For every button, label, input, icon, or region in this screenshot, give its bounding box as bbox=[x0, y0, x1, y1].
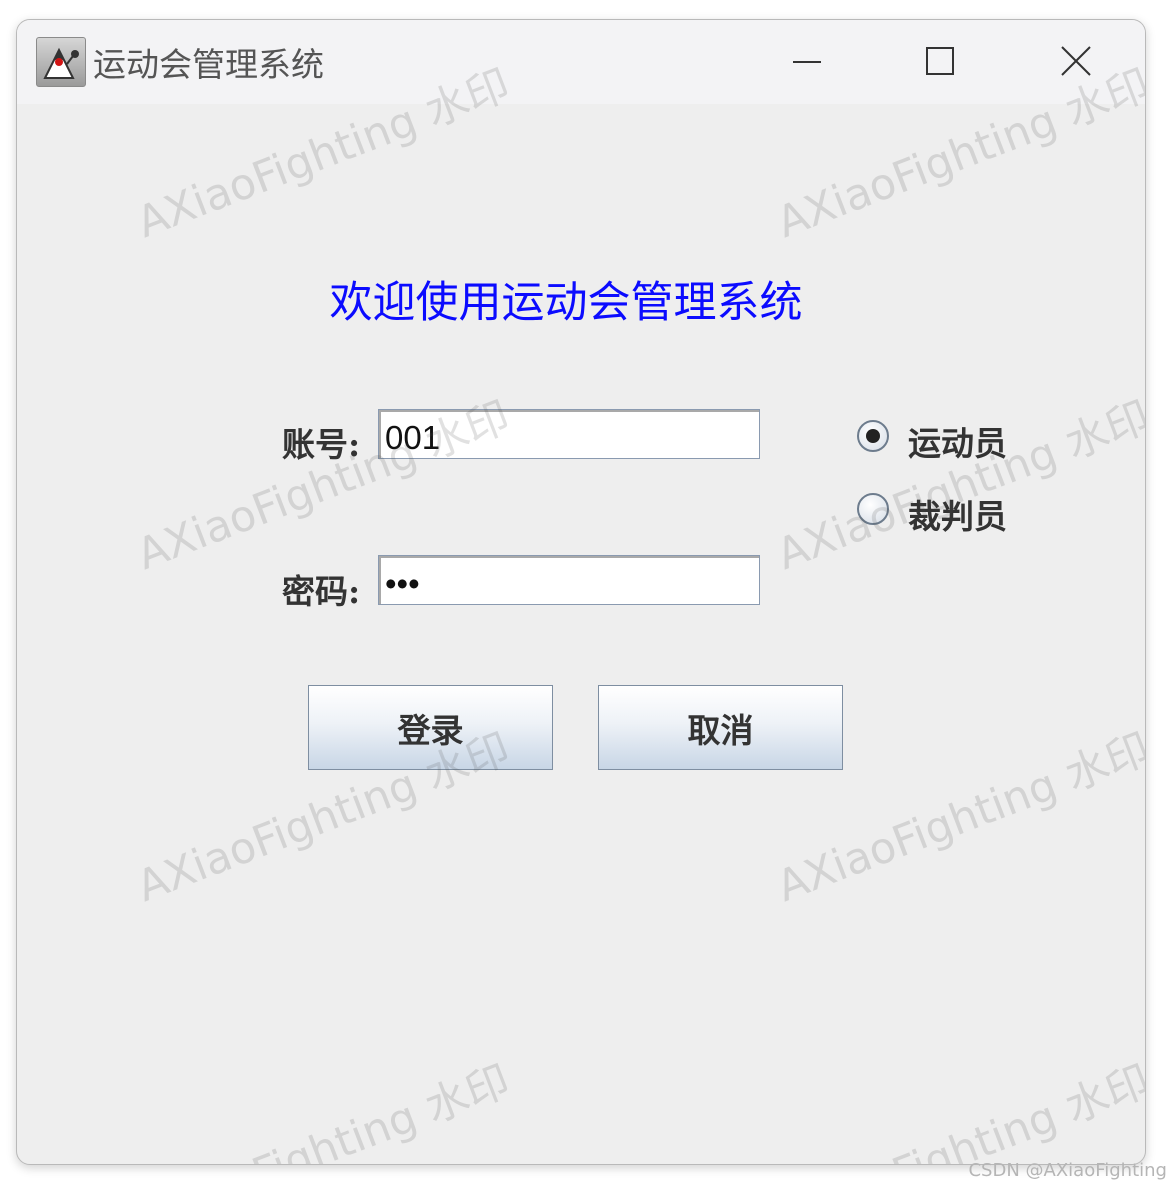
watermark-text: AXiaoFighting 水印 bbox=[130, 1056, 517, 1165]
account-label: 账号: bbox=[282, 425, 361, 464]
maximize-button[interactable] bbox=[910, 38, 970, 84]
title-bar: 运动会管理系统 bbox=[17, 20, 1145, 104]
login-window: 运动会管理系统 欢迎使用运动会管理系统 账号: 001 密码: ••• 运动员 … bbox=[16, 19, 1146, 1165]
radio-selected-dot bbox=[866, 429, 880, 443]
cancel-button[interactable]: 取消 bbox=[598, 685, 843, 770]
password-input[interactable]: ••• bbox=[378, 555, 760, 605]
password-label: 密码: bbox=[282, 572, 361, 611]
window-title: 运动会管理系统 bbox=[93, 45, 324, 84]
login-button[interactable]: 登录 bbox=[308, 685, 553, 770]
java-app-icon bbox=[36, 37, 86, 87]
watermark-text: AXiaoFighting 水印 bbox=[770, 1056, 1146, 1165]
radio-referee[interactable] bbox=[857, 493, 889, 525]
close-icon bbox=[1061, 46, 1091, 76]
minimize-button[interactable] bbox=[777, 38, 837, 84]
account-input[interactable]: 001 bbox=[378, 409, 760, 459]
maximize-icon bbox=[926, 47, 954, 75]
welcome-heading: 欢迎使用运动会管理系统 bbox=[329, 278, 803, 328]
minimize-icon bbox=[793, 61, 821, 63]
csdn-credit: CSDN @AXiaoFighting bbox=[968, 1160, 1167, 1181]
watermark-text: AXiaoFighting 水印 bbox=[770, 392, 1146, 581]
radio-athlete[interactable] bbox=[857, 420, 889, 452]
radio-athlete-label[interactable]: 运动员 bbox=[908, 417, 1007, 465]
radio-referee-label[interactable]: 裁判员 bbox=[908, 490, 1007, 538]
close-button[interactable] bbox=[1046, 38, 1106, 84]
